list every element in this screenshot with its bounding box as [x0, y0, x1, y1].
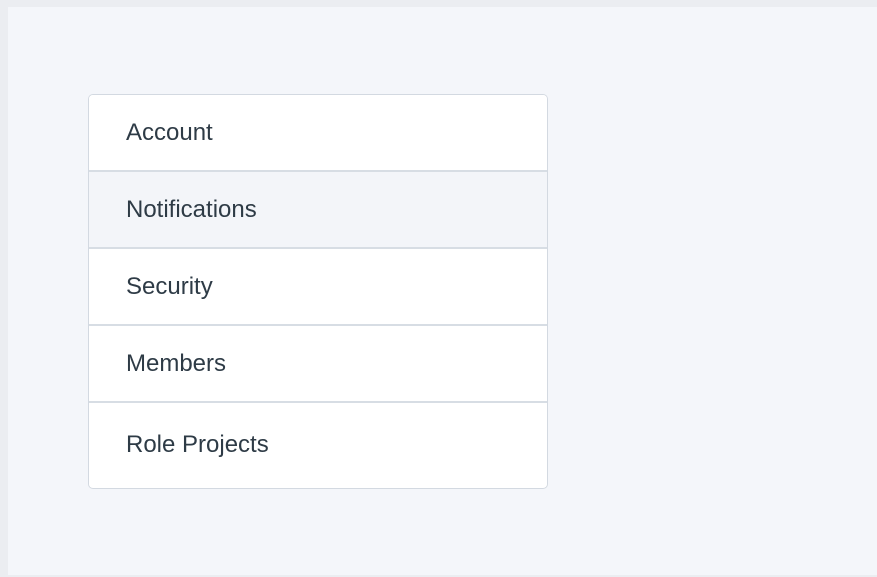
menu-item-notifications[interactable]: Notifications [89, 172, 547, 249]
menu-item-label: Notifications [126, 195, 257, 223]
menu-item-members[interactable]: Members [89, 326, 547, 403]
menu-item-label: Account [126, 118, 213, 146]
menu-item-label: Security [126, 272, 213, 300]
menu-item-role-projects[interactable]: Role Projects [89, 403, 547, 487]
menu-item-label: Members [126, 349, 227, 377]
settings-panel: Account Notifications Security Members R… [8, 7, 877, 575]
settings-menu: Account Notifications Security Members R… [88, 94, 548, 489]
window-frame: Account Notifications Security Members R… [0, 0, 877, 577]
menu-item-label: Role Projects [126, 431, 269, 458]
menu-item-account[interactable]: Account [89, 95, 547, 172]
menu-item-security[interactable]: Security [89, 249, 547, 326]
